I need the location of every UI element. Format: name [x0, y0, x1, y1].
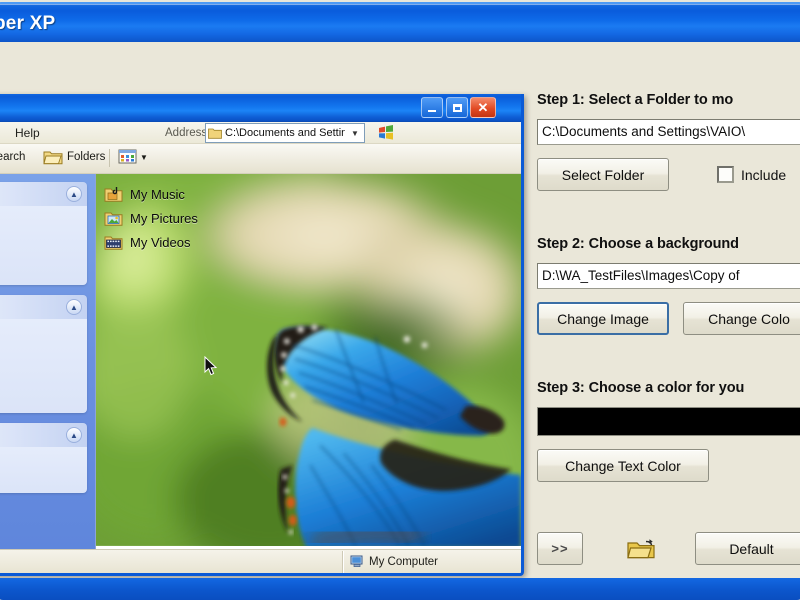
- task-pane-header[interactable]: ▲: [0, 423, 87, 447]
- folder-icon: [208, 128, 222, 139]
- list-item[interactable]: My Videos: [104, 233, 190, 251]
- close-icon[interactable]: ✕: [470, 97, 496, 118]
- statusbar-left: [0, 550, 343, 573]
- explorer-window: nts ✕ Favorites Tools Help Address C:\Do…: [0, 94, 524, 576]
- change-image-button[interactable]: Change Image: [537, 302, 669, 335]
- text-color-swatch[interactable]: [537, 407, 800, 436]
- chevron-up-icon[interactable]: ▲: [66, 427, 82, 443]
- change-color-button[interactable]: Change Colo: [683, 302, 800, 335]
- list-item-label: My Music: [130, 186, 185, 202]
- bottom-action-row: >> Default: [537, 532, 800, 565]
- explorer-menubar: Favorites Tools Help Address C:\Document…: [0, 122, 521, 144]
- pictures-folder-icon: [104, 212, 123, 226]
- search-label: Search: [0, 151, 26, 163]
- step-3-group: Step 3: Choose a color for you Change Te…: [537, 380, 800, 482]
- chevron-up-icon[interactable]: ▲: [66, 186, 82, 202]
- task-pane-body: ents aces: [0, 319, 87, 413]
- explorer-toolbar: Search Folders: [0, 144, 521, 174]
- step-2-group: Step 2: Choose a background D:\WA_TestFi…: [537, 236, 800, 335]
- wallpaper-preview-image: [96, 174, 521, 546]
- wallpaper-app-window: per XP Step 1: Select a Folder to mo C:\…: [0, 0, 800, 600]
- include-subfolders-checkbox[interactable]: [717, 166, 734, 183]
- explorer-titlebar[interactable]: nts ✕: [0, 94, 521, 122]
- step-3-heading: Step 3: Choose a color for you: [537, 380, 745, 396]
- task-link[interactable]: aces: [0, 376, 78, 391]
- include-subfolders-label: Include: [741, 166, 787, 183]
- menu-help[interactable]: Help: [15, 126, 40, 140]
- videos-folder-icon: [104, 236, 123, 250]
- task-pane-group-other-places: ▲ ents aces: [0, 295, 87, 413]
- app-titlebar[interactable]: per XP: [0, 2, 800, 42]
- source-folder-input[interactable]: C:\Documents and Settings\VAIO\: [537, 119, 800, 145]
- task-link[interactable]: lder to the: [0, 237, 78, 252]
- default-button[interactable]: Default: [695, 532, 800, 565]
- include-subfolders-group[interactable]: Include: [717, 166, 786, 183]
- chevron-up-icon[interactable]: ▲: [66, 299, 82, 315]
- explorer-task-pane: asks ▲ lder lder to the er ▲ e: [0, 174, 95, 549]
- select-folder-button[interactable]: Select Folder: [537, 158, 669, 191]
- step-1-group: Step 1: Select a Folder to mo C:\Documen…: [537, 92, 800, 191]
- folders-label: Folders: [67, 151, 106, 163]
- restore-icon[interactable]: [446, 97, 468, 118]
- change-text-color-button[interactable]: Change Text Color: [537, 449, 709, 482]
- app-title: per XP: [0, 13, 56, 34]
- music-folder-icon: [104, 187, 123, 202]
- task-pane-group-details: ▲: [0, 423, 87, 493]
- task-pane-header[interactable]: asks ▲: [0, 182, 87, 206]
- background-image-input[interactable]: D:\WA_TestFiles\Images\Copy of: [537, 263, 800, 289]
- statusbar-right: My Computer: [343, 550, 521, 573]
- list-item[interactable]: My Pictures: [104, 209, 198, 227]
- minimize-icon[interactable]: [421, 97, 443, 118]
- step-1-controls: Select Folder Include: [537, 158, 800, 191]
- file-list-area[interactable]: My Music My Pictures My Videos: [95, 174, 521, 549]
- task-pane-body: lder lder to the er: [0, 206, 87, 285]
- chevron-down-icon[interactable]: ▼: [347, 125, 363, 141]
- list-item-label: My Pictures: [130, 210, 198, 226]
- next-button[interactable]: >>: [537, 532, 583, 565]
- statusbar-right-label: My Computer: [369, 555, 439, 568]
- list-item[interactable]: My Music: [104, 185, 185, 203]
- folders-icon: [43, 151, 63, 165]
- app-bottom-bar: [0, 578, 800, 600]
- task-link[interactable]: ents: [0, 335, 78, 350]
- explorer-statusbar: My Computer: [0, 549, 521, 573]
- folders-button[interactable]: Folders: [43, 148, 105, 166]
- list-item-label: My Videos: [130, 234, 191, 250]
- task-pane-group-file-folder-tasks: asks ▲ lder lder to the er: [0, 182, 87, 285]
- windows-flag-icon: [379, 125, 393, 140]
- address-input[interactable]: C:\Documents and Settings\VAIO\My ▼: [205, 123, 365, 143]
- open-folder-icon[interactable]: [623, 534, 659, 564]
- toolbar-separator-2: [109, 149, 110, 167]
- address-label: Address: [165, 127, 208, 139]
- my-computer-icon: [350, 555, 363, 567]
- search-button[interactable]: Search: [0, 148, 25, 166]
- views-icon: [118, 149, 137, 164]
- views-button[interactable]: ▼: [118, 148, 148, 166]
- step-2-heading: Step 2: Choose a background: [537, 236, 739, 252]
- step-1-heading: Step 1: Select a Folder to mo: [537, 92, 734, 108]
- task-link[interactable]: er: [0, 261, 78, 276]
- task-pane-body: [0, 447, 87, 493]
- task-pane-header[interactable]: ▲: [0, 295, 87, 319]
- step-2-controls: Change Image Change Colo: [537, 302, 800, 335]
- task-link[interactable]: lder: [0, 213, 78, 228]
- step-3-controls: Change Text Color: [537, 449, 800, 482]
- address-value: C:\Documents and Settings\VAIO\My: [225, 127, 345, 139]
- explorer-content: asks ▲ lder lder to the er ▲ e: [0, 174, 521, 549]
